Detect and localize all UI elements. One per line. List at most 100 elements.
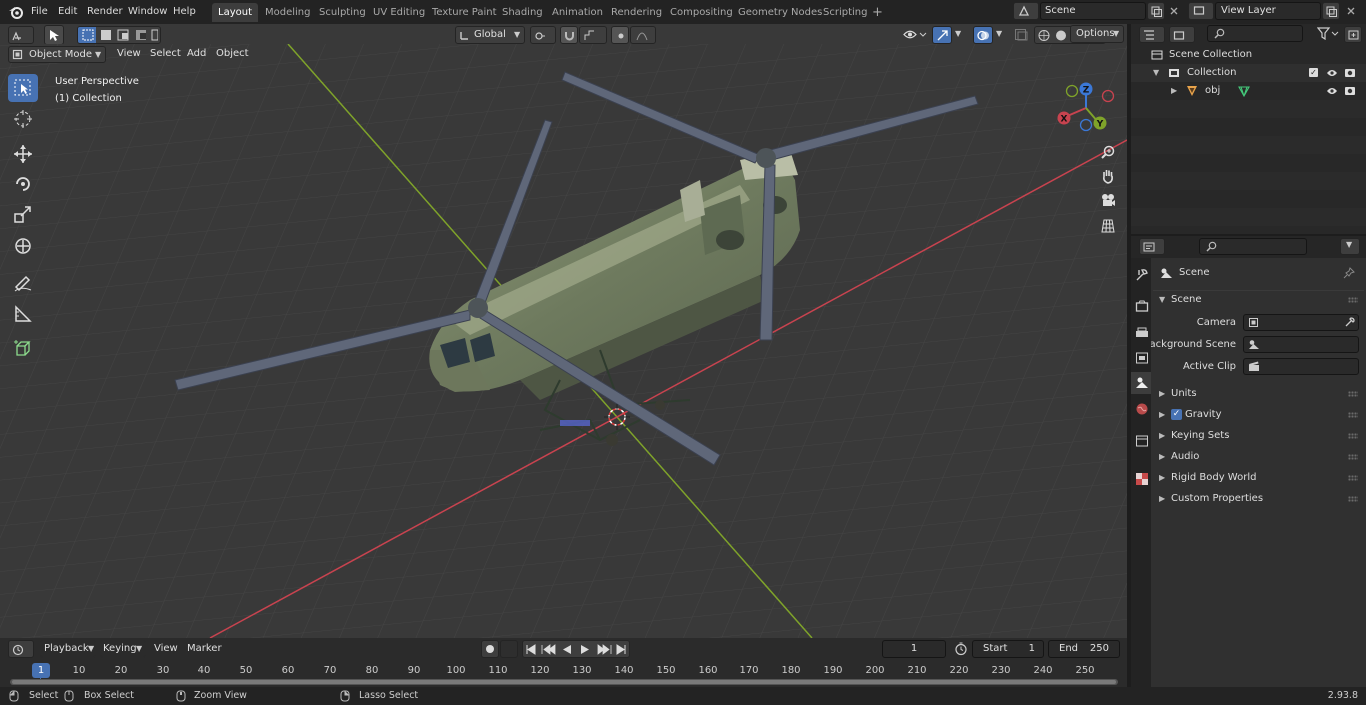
expand-arrow-icon[interactable]: ▼	[1153, 64, 1159, 82]
auto-keying-toggle[interactable]	[481, 640, 499, 658]
playback-icons[interactable]	[523, 643, 629, 656]
gravity-subpanel[interactable]: ▶ ✓ Gravity	[1153, 406, 1364, 424]
background-scene-field[interactable]	[1243, 336, 1359, 353]
scene-close-icon[interactable]	[1169, 6, 1179, 16]
expand-arrow-icon[interactable]: ▶	[1171, 82, 1177, 100]
add-workspace-button[interactable]: +	[866, 3, 889, 22]
falloff-dropdown[interactable]	[630, 26, 656, 44]
editor-type-button[interactable]	[8, 26, 34, 44]
properties-options-button[interactable]: ▼	[1340, 238, 1360, 255]
outliner-row-scene-collection[interactable]: Scene Collection	[1131, 46, 1366, 64]
cursor-tool[interactable]	[8, 105, 38, 133]
tab-output-icon[interactable]	[1135, 326, 1149, 340]
blender-logo-icon[interactable]	[8, 4, 24, 20]
drag-handle-icon[interactable]	[1348, 433, 1358, 439]
add-cube-tool[interactable]	[8, 335, 38, 363]
tab-world-icon[interactable]	[1135, 402, 1149, 416]
scene-copy-button[interactable]	[1147, 2, 1165, 20]
timeline-menu-marker[interactable]: Marker	[187, 641, 222, 657]
camera-field[interactable]	[1243, 314, 1359, 331]
tab-compositing[interactable]: Compositing	[664, 3, 739, 22]
scene-field[interactable]: Scene	[1040, 2, 1146, 20]
timeline-area[interactable]: 1 10 20 30 40 50 60 70 80 90 100 110 120…	[0, 660, 1127, 687]
transform-tool[interactable]	[8, 232, 38, 260]
viewport-scene[interactable]	[0, 44, 1127, 638]
gizmo-neg-x[interactable]	[1101, 89, 1115, 103]
tab-geometry-nodes[interactable]: Geometry Nodes	[732, 3, 828, 22]
gizmo-dropdown-chevron-icon[interactable]: ▼	[955, 29, 961, 38]
eyedropper-icon[interactable]	[1344, 317, 1355, 328]
tab-texture-icon[interactable]	[1135, 472, 1149, 486]
gizmo-toggle[interactable]	[932, 26, 952, 44]
stopwatch-icon[interactable]	[954, 642, 968, 656]
tab-view-layer-icon[interactable]	[1135, 351, 1149, 365]
display-mode-button[interactable]	[1169, 26, 1195, 43]
scrollbar-thumb[interactable]	[12, 680, 1116, 684]
menu-window[interactable]: Window	[128, 4, 167, 20]
options-dropdown[interactable]: Options ▼	[1070, 25, 1124, 43]
tab-tool-icon[interactable]	[1135, 268, 1149, 282]
properties-editor-type-button[interactable]	[1139, 238, 1165, 255]
drag-handle-icon[interactable]	[1348, 454, 1358, 460]
menu-edit[interactable]: Edit	[58, 4, 77, 20]
tab-scripting[interactable]: Scripting	[817, 3, 873, 22]
keying-sets-subpanel[interactable]: ▶ Keying Sets	[1153, 427, 1364, 445]
scale-tool[interactable]	[8, 201, 38, 229]
selection-mode-group[interactable]	[77, 26, 161, 44]
drag-handle-icon[interactable]	[1348, 412, 1358, 418]
3d-viewport[interactable]: User Perspective (1) Collection Z X Y	[0, 44, 1127, 638]
ortho-grid-icon[interactable]	[1100, 218, 1116, 234]
active-clip-field[interactable]	[1243, 358, 1359, 375]
timeline-menu-view[interactable]: View	[154, 641, 178, 657]
camera-icon[interactable]	[1100, 192, 1116, 208]
overlays-toggle[interactable]	[973, 26, 993, 44]
select-tool-header-button[interactable]	[44, 25, 64, 45]
menu-file[interactable]: File	[31, 4, 48, 20]
menu-help[interactable]: Help	[173, 4, 196, 20]
keying-set-button[interactable]	[500, 640, 518, 658]
viewport-menu-select[interactable]: Select	[150, 46, 181, 62]
rigid-body-world-subpanel[interactable]: ▶ Rigid Body World	[1153, 469, 1364, 487]
end-frame-field[interactable]: End 250	[1048, 640, 1120, 658]
gizmo-neg-z[interactable]	[1079, 118, 1093, 132]
measure-tool[interactable]	[8, 300, 38, 328]
keying-menu[interactable]: Keying ▼	[100, 640, 146, 658]
view-layer-browse-button[interactable]	[1188, 2, 1214, 20]
outliner-row-obj[interactable]: ▶ obj	[1131, 82, 1366, 100]
snap-toggle[interactable]	[560, 26, 578, 44]
new-collection-button[interactable]	[1344, 26, 1362, 43]
render-camera-icon[interactable]	[1344, 85, 1356, 96]
pin-icon[interactable]	[1343, 267, 1355, 279]
tab-rendering[interactable]: Rendering	[605, 3, 668, 22]
units-subpanel[interactable]: ▶ Units	[1153, 385, 1364, 403]
view-layer-close-icon[interactable]	[1346, 6, 1356, 16]
tab-uv-editing[interactable]: UV Editing	[367, 3, 431, 22]
xray-icon[interactable]	[1014, 28, 1028, 41]
move-tool[interactable]	[8, 140, 38, 168]
gravity-checkbox[interactable]: ✓	[1171, 409, 1182, 420]
transform-orientation-dropdown[interactable]: Global ▼	[455, 26, 525, 44]
view-layer-copy-button[interactable]	[1322, 2, 1340, 20]
viewport-menu-object[interactable]: Object	[216, 46, 249, 62]
visibility-icon[interactable]	[903, 28, 927, 41]
drag-handle-icon[interactable]	[1348, 297, 1358, 303]
properties-search-input[interactable]	[1199, 238, 1307, 255]
filter-icon[interactable]	[1317, 27, 1339, 40]
menu-render[interactable]: Render	[87, 4, 123, 20]
drag-handle-icon[interactable]	[1348, 391, 1358, 397]
tab-layout[interactable]: Layout	[212, 3, 258, 22]
exclude-checkbox[interactable]: ✓	[1309, 68, 1318, 77]
drag-handle-icon[interactable]	[1348, 496, 1358, 502]
outliner-search-input[interactable]	[1207, 25, 1303, 42]
rotate-tool[interactable]	[8, 170, 38, 198]
eye-icon[interactable]	[1326, 68, 1338, 78]
tab-modeling[interactable]: Modeling	[259, 3, 317, 22]
select-box-tool[interactable]	[8, 74, 38, 102]
pivot-point-dropdown[interactable]	[530, 26, 556, 44]
scene-panel-header[interactable]: ▼ Scene	[1153, 290, 1364, 308]
tab-animation[interactable]: Animation	[546, 3, 609, 22]
viewport-menu-add[interactable]: Add	[187, 46, 206, 62]
proportional-edit-toggle[interactable]	[611, 26, 629, 44]
current-frame-field[interactable]: 1	[882, 640, 946, 658]
tab-collection-icon[interactable]	[1135, 434, 1149, 448]
